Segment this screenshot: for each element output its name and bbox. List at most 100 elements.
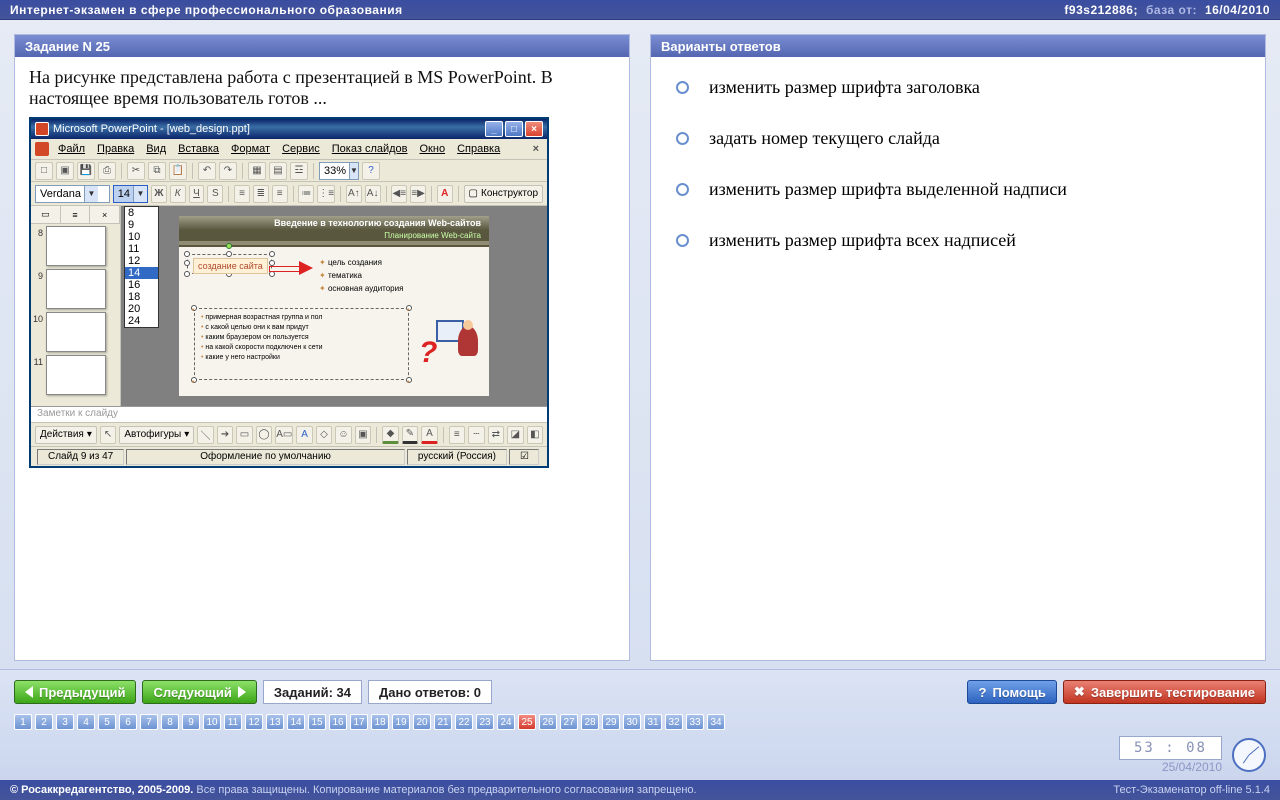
question-nav-20[interactable]: 20 <box>413 714 431 730</box>
dash-style-icon[interactable]: ┄ <box>468 426 485 444</box>
question-nav-11[interactable]: 11 <box>224 714 242 730</box>
question-nav-34[interactable]: 34 <box>707 714 725 730</box>
underline-icon[interactable]: Ч <box>189 185 205 203</box>
window-close-button[interactable]: × <box>525 121 543 137</box>
fill-color-icon[interactable]: ◆ <box>382 426 399 444</box>
question-nav-17[interactable]: 17 <box>350 714 368 730</box>
thumb-tab-outline[interactable]: ≡ <box>61 206 91 223</box>
print-icon[interactable]: ⎙ <box>98 162 116 180</box>
hyperlink-icon[interactable]: ☲ <box>290 162 308 180</box>
chart-icon[interactable]: ▦ <box>248 162 266 180</box>
cut-icon[interactable]: ✂ <box>127 162 145 180</box>
question-nav-25[interactable]: 25 <box>518 714 536 730</box>
question-nav-31[interactable]: 31 <box>644 714 662 730</box>
font-size-option-14[interactable]: 14 <box>125 267 158 279</box>
font-size-option-8[interactable]: 8 <box>125 207 158 219</box>
3d-style-icon[interactable]: ◧ <box>527 426 544 444</box>
thumbnail-slide-11[interactable]: 11 <box>33 355 118 395</box>
decrease-font-icon[interactable]: A↓ <box>365 185 381 203</box>
question-nav-9[interactable]: 9 <box>182 714 200 730</box>
diagram-icon[interactable]: ◇ <box>316 426 333 444</box>
answer-option-4[interactable]: изменить размер шрифта всех надписей <box>676 230 1240 251</box>
font-selector[interactable]: Verdana▼ <box>35 185 110 203</box>
italic-icon[interactable]: К <box>170 185 186 203</box>
prev-button[interactable]: Предыдущий <box>14 680 136 704</box>
question-nav-26[interactable]: 26 <box>539 714 557 730</box>
question-nav-6[interactable]: 6 <box>119 714 137 730</box>
question-nav-4[interactable]: 4 <box>77 714 95 730</box>
text-color-icon[interactable]: A <box>421 426 438 444</box>
status-spell-icon[interactable]: ☑ <box>509 449 539 465</box>
align-right-icon[interactable]: ≡ <box>272 185 288 203</box>
align-center-icon[interactable]: ≣ <box>253 185 269 203</box>
new-icon[interactable]: □ <box>35 162 53 180</box>
designer-button[interactable]: ▢Конструктор <box>464 185 543 203</box>
font-size-option-11[interactable]: 11 <box>125 243 158 255</box>
autoshapes-menu[interactable]: Автофигуры ▾ <box>119 426 194 444</box>
clipart-icon[interactable]: ☺ <box>335 426 352 444</box>
thumbnail-slide-8[interactable]: 8 <box>33 226 118 266</box>
arrow-icon[interactable]: ➔ <box>217 426 234 444</box>
menu-slideshow[interactable]: Показ слайдов <box>326 141 414 157</box>
question-nav-1[interactable]: 1 <box>14 714 32 730</box>
question-nav-2[interactable]: 2 <box>35 714 53 730</box>
decrease-indent-icon[interactable]: ◀≡ <box>391 185 407 203</box>
help-icon[interactable]: ? <box>362 162 380 180</box>
question-nav-30[interactable]: 30 <box>623 714 641 730</box>
line-style-icon[interactable]: ≡ <box>449 426 466 444</box>
radio-icon[interactable] <box>676 81 689 94</box>
question-nav-19[interactable]: 19 <box>392 714 410 730</box>
answer-option-1[interactable]: изменить размер шрифта заголовка <box>676 77 1240 98</box>
shadow-icon[interactable]: S <box>207 185 223 203</box>
next-button[interactable]: Следующий <box>142 680 256 704</box>
thumb-tab-close[interactable]: × <box>90 206 120 223</box>
question-nav-24[interactable]: 24 <box>497 714 515 730</box>
rotate-handle-icon[interactable] <box>226 243 232 249</box>
question-nav-16[interactable]: 16 <box>329 714 347 730</box>
window-maximize-button[interactable]: □ <box>505 121 523 137</box>
question-nav-7[interactable]: 7 <box>140 714 158 730</box>
question-nav-10[interactable]: 10 <box>203 714 221 730</box>
menu-tools[interactable]: Сервис <box>276 141 326 157</box>
zoom-box[interactable]: 33%▼ <box>319 162 359 180</box>
textbox-icon[interactable]: A▭ <box>275 426 293 444</box>
question-nav-14[interactable]: 14 <box>287 714 305 730</box>
help-button[interactable]: ? Помощь <box>967 680 1056 704</box>
notes-pane[interactable]: Заметки к слайду <box>31 406 547 422</box>
font-size-option-12[interactable]: 12 <box>125 255 158 267</box>
radio-icon[interactable] <box>676 183 689 196</box>
font-size-option-16[interactable]: 16 <box>125 279 158 291</box>
font-color-icon[interactable]: A <box>437 185 453 203</box>
menu-window[interactable]: Окно <box>414 141 452 157</box>
question-nav-33[interactable]: 33 <box>686 714 704 730</box>
bullets-icon[interactable]: ⋮≡ <box>317 185 335 203</box>
finish-button[interactable]: ✖ Завершить тестирование <box>1063 680 1266 704</box>
paste-icon[interactable]: 📋 <box>169 162 187 180</box>
increase-font-icon[interactable]: A↑ <box>346 185 362 203</box>
font-size-option-24[interactable]: 24 <box>125 315 158 327</box>
question-nav-29[interactable]: 29 <box>602 714 620 730</box>
question-nav-18[interactable]: 18 <box>371 714 389 730</box>
menu-help[interactable]: Справка <box>451 141 506 157</box>
question-nav-32[interactable]: 32 <box>665 714 683 730</box>
menu-format[interactable]: Формат <box>225 141 276 157</box>
question-nav-22[interactable]: 22 <box>455 714 473 730</box>
pointer-icon[interactable]: ↖ <box>100 426 117 444</box>
doc-close-button[interactable]: × <box>529 143 543 155</box>
arrow-style-icon[interactable]: ⇄ <box>488 426 505 444</box>
thumbnail-slide-9[interactable]: 9 <box>33 269 118 309</box>
numbering-icon[interactable]: ≔ <box>298 185 314 203</box>
question-nav-8[interactable]: 8 <box>161 714 179 730</box>
menu-view[interactable]: Вид <box>140 141 172 157</box>
menu-insert[interactable]: Вставка <box>172 141 225 157</box>
bold-icon[interactable]: Ж <box>151 185 167 203</box>
menu-edit[interactable]: Правка <box>91 141 140 157</box>
window-minimize-button[interactable]: _ <box>485 121 503 137</box>
thumbnail-slide-10[interactable]: 10 <box>33 312 118 352</box>
question-nav-15[interactable]: 15 <box>308 714 326 730</box>
thumb-tab-slides[interactable]: ▭ <box>31 206 61 223</box>
align-left-icon[interactable]: ≡ <box>234 185 250 203</box>
oval-icon[interactable]: ◯ <box>256 426 273 444</box>
increase-indent-icon[interactable]: ≡▶ <box>410 185 426 203</box>
wordart-icon[interactable]: A <box>296 426 313 444</box>
